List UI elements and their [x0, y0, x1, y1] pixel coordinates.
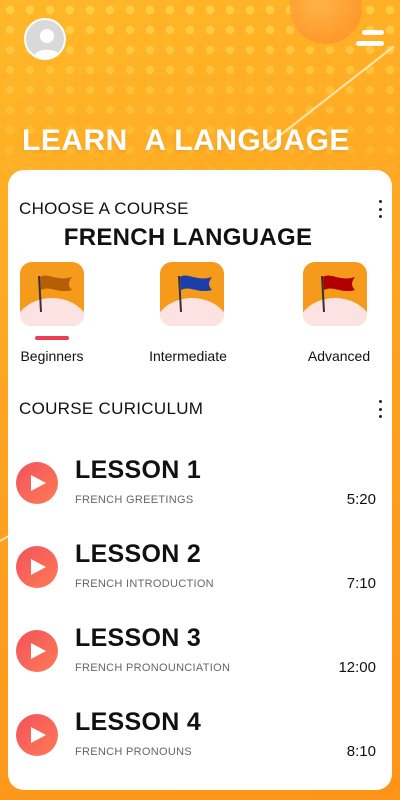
- play-icon[interactable]: [16, 462, 58, 504]
- menu-icon[interactable]: [356, 30, 384, 48]
- lesson-duration: 5:20: [346, 491, 376, 508]
- course-name: FRENCH LANGUAGE: [63, 224, 313, 251]
- course-options-icon[interactable]: [375, 200, 385, 218]
- lesson-duration: 7:10: [346, 575, 376, 592]
- lesson-duration: 12:00: [338, 659, 376, 676]
- lesson-title: LESSON 4: [75, 708, 202, 736]
- curriculum-options-icon[interactable]: [375, 400, 385, 418]
- lesson-item[interactable]: LESSON 2 FRENCH INTRODUCTION 7:10: [8, 536, 392, 606]
- level-beginners-tile[interactable]: [20, 262, 84, 326]
- lesson-title: LESSON 2: [75, 540, 202, 568]
- flag-icon: [38, 275, 72, 313]
- lesson-title: LESSON 3: [75, 624, 202, 652]
- choose-course-heading: CHOOSE A COURSE: [19, 199, 189, 218]
- lesson-subtitle: FRENCH PRONOUNCIATION: [75, 662, 231, 674]
- curriculum-heading: COURSE CURICULUM: [19, 399, 204, 418]
- flag-icon: [178, 275, 212, 313]
- lesson-duration: 8:10: [346, 743, 376, 760]
- play-icon[interactable]: [16, 630, 58, 672]
- play-icon[interactable]: [16, 714, 58, 756]
- lesson-item[interactable]: LESSON 3 FRENCH PRONOUNCIATION 12:00: [8, 620, 392, 690]
- level-intermediate-label[interactable]: Intermediate: [138, 348, 238, 364]
- level-beginners-label[interactable]: Beginners: [2, 348, 102, 364]
- lesson-title: LESSON 1: [75, 456, 202, 484]
- lesson-item[interactable]: LESSON 1 FRENCH GREETINGS 5:20: [8, 452, 392, 522]
- flag-icon: [321, 275, 355, 313]
- selected-level-indicator: [35, 336, 69, 340]
- level-intermediate-tile[interactable]: [160, 262, 224, 326]
- level-advanced-tile[interactable]: [303, 262, 367, 326]
- page-title: LEARN A LANGUAGE: [22, 124, 350, 157]
- play-icon[interactable]: [16, 546, 58, 588]
- lesson-subtitle: FRENCH INTRODUCTION: [75, 578, 214, 590]
- lesson-subtitle: FRENCH GREETINGS: [75, 494, 194, 506]
- lesson-subtitle: FRENCH PRONOUNS: [75, 746, 192, 758]
- user-avatar-icon[interactable]: [24, 18, 66, 60]
- level-advanced-label[interactable]: Advanced: [289, 348, 389, 364]
- lesson-item[interactable]: LESSON 4 FRENCH PRONOUNS 8:10: [8, 704, 392, 774]
- course-card: CHOOSE A COURSE FRENCH LANGUAGE Beginner…: [8, 170, 392, 790]
